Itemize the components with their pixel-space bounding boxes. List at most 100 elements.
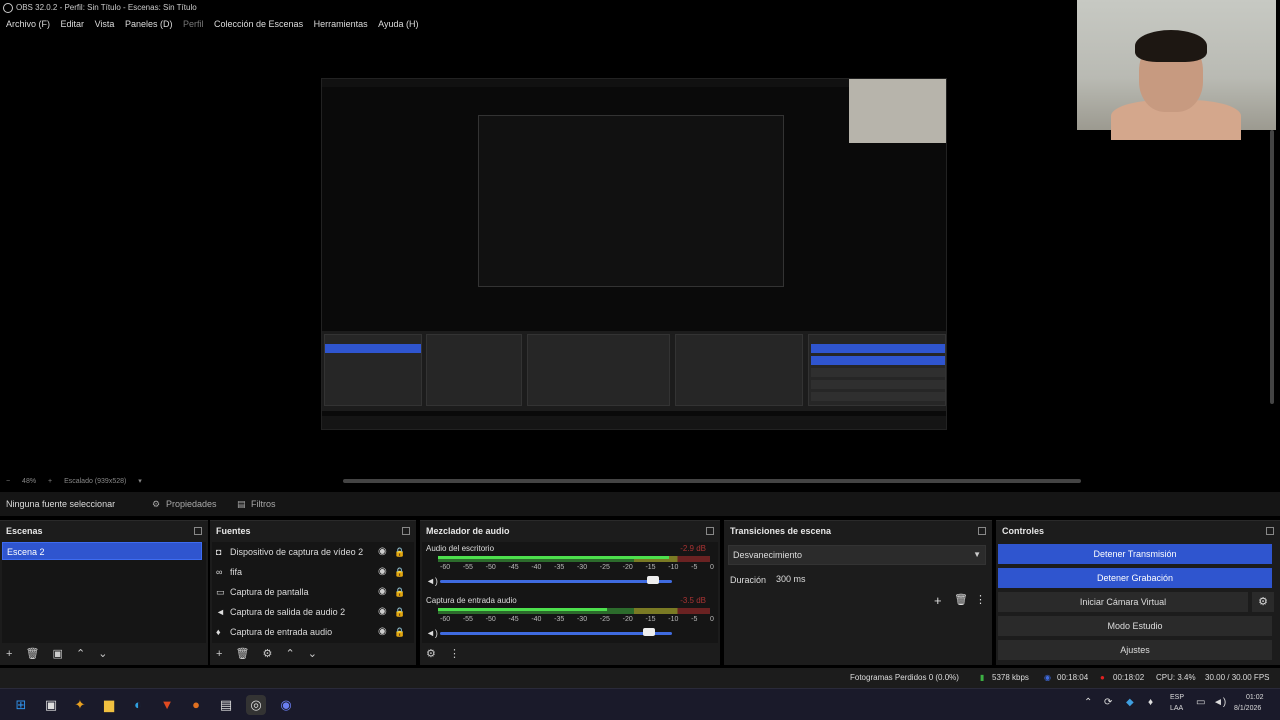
scenes-title: Escenas [6,526,43,536]
gear-icon[interactable]: ⚙ [1252,592,1274,612]
eye-icon[interactable]: ◉ [378,562,387,582]
add-source-icon[interactable]: + [216,648,222,660]
lock-icon[interactable]: 🔒 [394,602,405,622]
add-scene-icon[interactable]: + [6,648,12,660]
undock-icon[interactable] [978,527,986,535]
windows-start-icon[interactable]: ⊞ [11,695,31,715]
source-item[interactable]: ▭ Captura de pantalla ◉ 🔒 [212,582,412,602]
brave-icon[interactable]: ▼ [157,695,177,715]
source-item[interactable]: ◘ Dispositivo de captura de vídeo 2 ◉ 🔒 [212,542,412,562]
language-bottom[interactable]: LAA [1170,705,1183,712]
add-transition-icon[interactable]: + [934,593,942,608]
menu-scene-collection[interactable]: Colección de Escenas [214,16,303,32]
source-item[interactable]: ∞ fifa ◉ 🔒 [212,562,412,582]
menu-view[interactable]: Vista [95,16,115,32]
undock-icon[interactable] [194,527,202,535]
transition-select[interactable]: Desvanecimiento ▼ [728,545,986,565]
edge-icon[interactable]: ◐ [128,695,148,715]
meter-tick-label: -60 [440,564,451,571]
sources-title: Fuentes [216,526,251,536]
move-up-icon[interactable]: ⌃ [285,648,294,660]
volume-slider-knob[interactable] [647,576,659,584]
undock-icon[interactable] [706,527,714,535]
scene-item-selected[interactable]: Escena 2 [2,542,202,560]
move-down-icon[interactable]: ⌄ [98,648,107,660]
clock-time[interactable]: 01:02 [1246,694,1264,701]
source-properties-icon[interactable]: ⚙ [263,648,273,660]
zoom-in-button[interactable]: + [48,478,52,485]
meter-level [438,556,669,559]
obs-icon[interactable]: ◎ [246,695,266,715]
source-label: Captura de pantalla [230,587,309,597]
remove-source-icon[interactable]: 🗑 [236,648,250,660]
eye-icon[interactable]: ◉ [378,542,387,562]
menu-profile[interactable]: Perfil [183,16,204,32]
menu-help[interactable]: Ayuda (H) [378,16,418,32]
stop-streaming-button[interactable]: Detener Transmisión [998,544,1272,564]
menu-edit[interactable]: Editar [61,16,85,32]
move-down-icon[interactable]: ⌄ [308,648,317,660]
filters-button[interactable]: ▤ Filtros [235,496,276,512]
lock-icon[interactable]: 🔒 [394,562,405,582]
lock-icon[interactable]: 🔒 [394,622,405,642]
signal-icon: ▮ [980,673,985,682]
language-top[interactable]: ESP [1170,694,1184,701]
studio-mode-button[interactable]: Modo Estudio [998,616,1272,636]
remove-transition-icon[interactable]: 🗑 [954,593,968,606]
remove-scene-icon[interactable]: 🗑 [26,648,40,660]
sync-icon[interactable]: ⟳ [1104,697,1112,708]
menu-file[interactable]: Archivo (F) [6,16,50,32]
chevron-down-icon[interactable]: ▾ [138,478,142,485]
preview-vertical-scrollbar[interactable] [1270,130,1274,404]
lock-icon[interactable]: 🔒 [394,542,405,562]
undock-icon[interactable] [1266,527,1274,535]
properties-button[interactable]: ⚙ Propiedades [150,496,217,512]
file-explorer-icon[interactable]: ▆ [99,695,119,715]
sources-panel: Fuentes ◘ Dispositivo de captura de víde… [210,520,416,665]
app-icon[interactable]: ◉ [276,695,296,715]
camera-icon: ◘ [216,547,222,557]
eye-icon[interactable]: ◉ [378,582,387,602]
duration-input[interactable]: 300 ms [772,569,986,589]
clock-date[interactable]: 8/1/2026 [1234,705,1261,712]
move-up-icon[interactable]: ⌃ [76,648,85,660]
menu-docks[interactable]: Paneles (D) [125,16,173,32]
task-view-icon[interactable]: ▣ [41,695,61,715]
speaker-icon[interactable]: ◄) [426,628,438,638]
volume-slider[interactable] [440,580,672,583]
more-options-icon[interactable]: ⋮ [449,648,460,660]
eye-icon[interactable]: ◉ [378,622,387,642]
channel-name: Captura de entrada audio [426,596,517,605]
zoom-out-button[interactable]: − [6,478,10,485]
nested-screen-capture [321,78,947,430]
copilot-icon[interactable]: ✦ [70,695,90,715]
network-icon[interactable]: ▭ [1196,697,1205,708]
tray-chevron-icon[interactable]: ⌃ [1084,697,1092,708]
meter-level [438,608,607,611]
more-options-icon[interactable]: ⋮ [975,593,986,606]
advanced-audio-icon[interactable]: ⚙ [426,648,436,660]
window-title: OBS 32.0.2 - Perfil: Sin Título - Escena… [16,3,197,12]
source-item[interactable]: ◄ Captura de salida de audio 2 ◉ 🔒 [212,602,412,622]
start-virtual-camera-button[interactable]: Iniciar Cámara Virtual [998,592,1248,612]
volume-icon[interactable]: ◄) [1213,697,1226,708]
lock-icon[interactable]: 🔒 [394,582,405,602]
mixer-channels: Audio del escritorio -2.9 dB -60 -55 -50 -4… [422,542,718,643]
firefox-icon[interactable]: ● [186,695,206,715]
speaker-icon[interactable]: ◄) [426,576,438,586]
menu-tools[interactable]: Herramientas [314,16,368,32]
microphone-icon[interactable]: ♦ [1148,697,1153,708]
volume-slider-knob[interactable] [643,628,655,636]
source-item[interactable]: ♦ Captura de entrada audio ◉ 🔒 [212,622,412,642]
store-icon[interactable]: ▤ [216,695,236,715]
source-label: Dispositivo de captura de vídeo 2 [230,547,364,557]
eye-icon[interactable]: ◉ [378,602,387,622]
meter-tick-label: 0 [710,564,714,571]
undock-icon[interactable] [402,527,410,535]
stop-recording-button[interactable]: Detener Grabación [998,568,1272,588]
scene-filters-icon[interactable]: ▣ [53,648,63,660]
settings-button[interactable]: Ajustes [998,640,1272,660]
shield-icon[interactable]: ◆ [1126,697,1134,708]
preview-horizontal-scrollbar[interactable] [343,479,1081,483]
volume-slider[interactable] [440,632,672,635]
